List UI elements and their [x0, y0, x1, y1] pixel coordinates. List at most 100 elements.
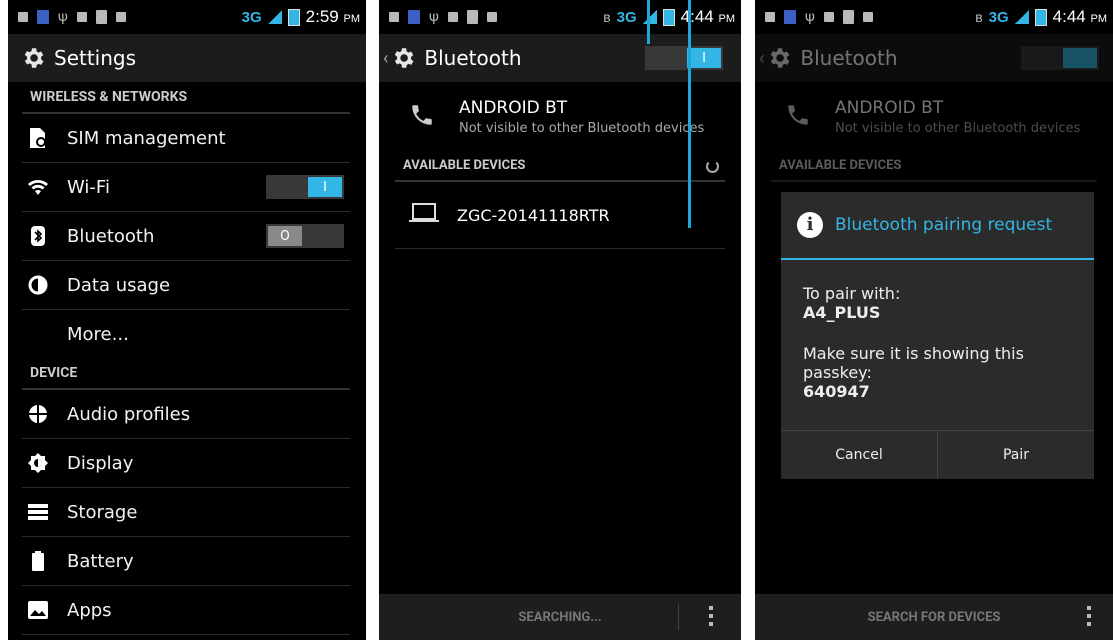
pair-device-name: A4_PLUS: [803, 303, 881, 322]
pair-button[interactable]: Pair: [937, 431, 1094, 479]
usb-icon: ψ: [805, 9, 815, 25]
settings-item-audio-profiles[interactable]: Audio profiles: [22, 390, 350, 439]
settings-gear-icon: [24, 48, 44, 68]
item-label: Wi-Fi: [67, 176, 110, 198]
item-label: Battery: [67, 550, 134, 572]
dialog-buttons: Cancel Pair: [781, 430, 1094, 479]
notification-icon: [115, 12, 126, 22]
audio-profiles-icon: [27, 403, 49, 425]
sim-card-icon: [27, 127, 49, 149]
notification-icon: [862, 12, 873, 22]
battery-icon: [662, 8, 675, 26]
network-type: 3G: [241, 8, 262, 26]
dimmed-background: ‹ Bluetooth ANDROID BT Not visible to ot…: [755, 34, 1113, 182]
settings-gear-icon: [771, 48, 790, 68]
pairing-dialog: i Bluetooth pairing request To pair with…: [781, 192, 1094, 479]
bluetooth-toggle: [1021, 46, 1099, 70]
bottom-action-bar: SEARCHING...: [379, 594, 741, 640]
search-for-devices-button[interactable]: SEARCH FOR DEVICES: [868, 610, 1001, 625]
signal-icon: [1014, 10, 1029, 24]
settings-item-apps[interactable]: Apps: [22, 586, 350, 635]
settings-item-wifi[interactable]: Wi-Fi I: [22, 163, 350, 212]
bottom-action-bar: SEARCH FOR DEVICES: [755, 594, 1113, 640]
item-label: Storage: [67, 501, 138, 523]
settings-item-battery[interactable]: Battery: [22, 537, 350, 586]
overflow-menu-icon[interactable]: [709, 606, 713, 628]
settings-gear-icon[interactable]: [390, 45, 416, 71]
wifi-icon: [27, 176, 49, 198]
item-label: Display: [67, 452, 134, 474]
settings-item-display[interactable]: Display: [22, 439, 350, 488]
notification-icon: [76, 12, 87, 22]
search-status-button: SEARCHING...: [518, 609, 602, 625]
action-bar: Settings: [8, 34, 366, 82]
signal-icon: [267, 10, 282, 24]
clock: 2:59 PM: [305, 7, 360, 26]
settings-screen: ψ 3G 2:59 PM Settings WIRELESS & NETWORK…: [8, 0, 366, 640]
touch-cursor-line: [688, 0, 691, 228]
apps-icon: [27, 599, 49, 621]
bluetooth-toggle[interactable]: O: [266, 224, 344, 248]
barcode-icon: [466, 10, 478, 24]
laptop-icon: [409, 203, 439, 227]
bluetooth-icon: [27, 225, 49, 247]
info-icon: i: [797, 212, 823, 238]
app-notification-icon: [37, 10, 49, 24]
searching-spinner-icon: [706, 160, 719, 173]
bluetooth-status-icon: ʙ: [975, 9, 983, 25]
status-bar: ψ ʙ 3G 4:44 PM: [379, 0, 741, 34]
usb-icon: ψ: [429, 9, 439, 25]
device-row[interactable]: ZGC-20141118RTR: [395, 182, 725, 249]
bluetooth-screen-pairing: ψ ʙ 3G 4:44 PM ‹ Bluetooth ANDROID BT No…: [755, 0, 1113, 640]
touch-cursor-line: [647, 0, 650, 44]
network-type: 3G: [616, 8, 637, 26]
notification-icon: [18, 12, 28, 22]
notification-icon: [447, 12, 458, 22]
notification-icon: [389, 12, 399, 22]
overflow-menu-icon[interactable]: [1087, 606, 1091, 628]
display-brightness-icon: [27, 452, 49, 474]
bluetooth-toggle[interactable]: I: [645, 46, 723, 70]
bluetooth-screen-searching: ψ ʙ 3G 4:44 PM ‹ Bluetooth I ANDROID BT …: [379, 0, 741, 640]
own-device-row[interactable]: ANDROID BT Not visible to other Bluetoot…: [393, 82, 725, 152]
page-title: Bluetooth: [800, 46, 898, 70]
item-label: More...: [67, 323, 129, 345]
back-chevron-icon: ‹: [759, 47, 765, 69]
item-label: Data usage: [67, 274, 171, 296]
status-bar: ψ 3G 2:59 PM: [8, 0, 366, 34]
battery-icon: [1034, 8, 1047, 26]
usb-icon: ψ: [58, 9, 68, 25]
section-device: DEVICE: [22, 358, 350, 390]
clock: 4:44 PM: [1052, 7, 1107, 26]
back-chevron-icon[interactable]: ‹: [383, 48, 388, 69]
page-title: Settings: [54, 46, 137, 70]
settings-item-data-usage[interactable]: Data usage: [22, 261, 350, 310]
section-wireless-networks: WIRELESS & NETWORKS: [22, 82, 350, 114]
battery-icon: [287, 8, 300, 26]
notification-icon: [823, 12, 834, 22]
settings-item-storage[interactable]: Storage: [22, 488, 350, 537]
settings-item-sim-management[interactable]: SIM management: [22, 114, 350, 163]
notification-icon: [486, 12, 497, 22]
dialog-body: To pair with: A4_PLUS Make sure it is sh…: [781, 260, 1094, 401]
phone-icon: [409, 102, 439, 132]
own-device-row: ANDROID BT Not visible to other Bluetoot…: [769, 82, 1097, 152]
bluetooth-status-icon: ʙ: [603, 9, 611, 25]
item-label: Bluetooth: [67, 225, 155, 247]
section-available-devices: AVAILABLE DEVICES: [771, 152, 1097, 182]
cancel-button[interactable]: Cancel: [781, 431, 937, 479]
visibility-status: Not visible to other Bluetooth devices: [459, 121, 705, 136]
passkey: 640947: [803, 382, 870, 401]
settings-item-bluetooth[interactable]: Bluetooth O: [22, 212, 350, 261]
section-available-devices: AVAILABLE DEVICES: [395, 152, 725, 182]
data-usage-icon: [27, 274, 49, 296]
barcode-icon: [95, 10, 107, 24]
wifi-toggle[interactable]: I: [266, 175, 344, 199]
settings-item-more[interactable]: More...: [22, 310, 350, 358]
action-bar: ‹ Bluetooth I: [379, 34, 741, 82]
action-bar: ‹ Bluetooth: [755, 34, 1113, 82]
network-type: 3G: [988, 8, 1009, 26]
status-bar: ψ ʙ 3G 4:44 PM: [755, 0, 1113, 34]
app-notification-icon: [408, 10, 420, 24]
dialog-header: i Bluetooth pairing request: [781, 192, 1094, 260]
